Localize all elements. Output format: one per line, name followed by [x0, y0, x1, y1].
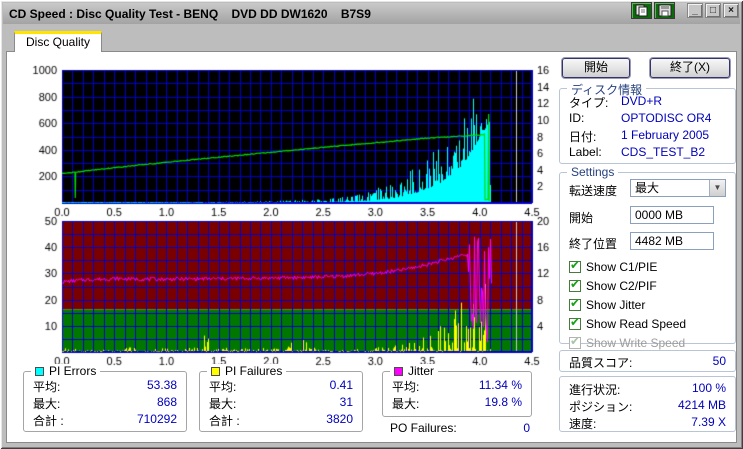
checkbox-icon: ✔ — [569, 314, 581, 330]
maximize-button[interactable]: □ — [705, 3, 721, 18]
settings-group: Settings 転送速度 最大 ▼ 開始 0000 MB 終了位置 4482 … — [559, 165, 736, 350]
checkbox-icon: ✔ — [569, 333, 581, 349]
po-failures-row: PO Failures: 0 — [390, 421, 530, 435]
disc-id-value: OPTODISC OR4 — [621, 111, 712, 125]
title-bar[interactable]: CD Speed : Disc Quality Test - BENQ DVD … — [3, 3, 740, 24]
disc-quality-charts — [28, 64, 554, 370]
speed-select-value: 最大 — [635, 181, 660, 195]
jitter-swatch-icon — [394, 366, 403, 376]
quality-score-value: 50 — [712, 354, 726, 368]
pi-errors-swatch-icon — [35, 366, 44, 376]
tab-disc-quality[interactable]: Disc Quality — [14, 31, 102, 52]
jitter-title: Jitter — [408, 364, 435, 378]
checkbox-show-read-speed[interactable]: ✔ Show Read Speed — [569, 314, 686, 331]
start-pos-input[interactable]: 0000 MB — [630, 206, 714, 224]
jitter-avg-label: 平均: — [392, 380, 420, 394]
speed-value-label: 速度: — [569, 417, 597, 431]
quality-score-group: 品質スコア: 50 — [559, 350, 736, 372]
po-failures-label: PO Failures: — [390, 421, 457, 435]
start-button[interactable]: 開始 — [562, 58, 630, 78]
speed-value-value: 7.39 X — [691, 415, 726, 429]
pi-failures-max-label: 最大: — [209, 397, 237, 411]
checkbox-show-jitter[interactable]: ✔ Show Jitter — [569, 295, 645, 312]
pi-errors-avg-value: 53.38 — [146, 378, 177, 392]
end-pos-input[interactable]: 4482 MB — [630, 232, 714, 250]
jitter-max-value: 19.8 % — [484, 395, 522, 409]
progress-group: 進行状況: 100 % ポジション: 4214 MB 速度: 7.39 X — [559, 376, 736, 432]
po-failures-value: 0 — [523, 421, 530, 435]
disc-type-value: DVD+R — [621, 94, 663, 108]
speed-select[interactable]: 最大 ▼ — [630, 179, 726, 197]
quality-score-label: 品質スコア: — [569, 356, 633, 370]
pi-errors-total-value: 710292 — [136, 412, 177, 426]
disc-type-label: タイプ: — [569, 96, 609, 110]
disc-label-value: CDS_TEST_B2 — [621, 145, 706, 159]
start-pos-label: 開始 — [569, 211, 594, 225]
disc-date-value: 1 February 2005 — [621, 128, 710, 142]
pi-failures-box: PI Failures 平均: 0.41 最大: 31 合計 : 3820 — [199, 364, 363, 432]
pi-errors-max-label: 最大: — [33, 397, 61, 411]
pi-errors-avg-label: 平均: — [33, 380, 61, 394]
save-icon — [658, 4, 671, 17]
app-window: CD Speed : Disc Quality Test - BENQ DVD … — [0, 0, 743, 449]
jitter-avg-value: 11.34 % — [478, 378, 522, 392]
close-button[interactable]: × — [723, 3, 739, 18]
progress-label: 進行状況: — [569, 383, 621, 397]
disc-date-label: 日付: — [569, 130, 597, 144]
checkbox-icon: ✔ — [569, 295, 581, 311]
pi-failures-swatch-icon — [211, 366, 220, 376]
pi-errors-title: PI Errors — [49, 364, 97, 378]
position-value: 4214 MB — [677, 398, 726, 412]
pi-failures-avg-value: 0.41 — [329, 378, 353, 392]
minimize-button[interactable]: _ — [687, 3, 703, 18]
end-pos-label: 終了位置 — [569, 237, 618, 251]
pi-failures-total-value: 3820 — [326, 412, 353, 426]
speed-label: 転送速度 — [569, 184, 618, 198]
exit-button[interactable]: 終了(X) — [650, 58, 730, 78]
save-button[interactable] — [654, 2, 675, 19]
jitter-max-label: 最大: — [392, 397, 420, 411]
jitter-box: Jitter 平均: 11.34 % 最大: 19.8 % — [382, 364, 532, 417]
chevron-down-icon[interactable]: ▼ — [709, 180, 725, 196]
checkbox-icon: ✔ — [569, 276, 581, 292]
checkbox-show-c2-pif[interactable]: ✔ Show C2/PIF — [569, 276, 657, 293]
copy-icon — [635, 4, 647, 17]
progress-value: 100 % — [691, 381, 726, 395]
checkbox-icon: ✔ — [569, 257, 581, 273]
disc-id-label: ID: — [569, 111, 585, 125]
settings-title: Settings — [567, 165, 619, 179]
pi-failures-total-label: 合計 : — [209, 414, 240, 428]
copy-button[interactable] — [631, 2, 652, 19]
pi-failures-title: PI Failures — [225, 364, 283, 378]
position-label: ポジション: — [569, 400, 633, 414]
window-title: CD Speed : Disc Quality Test - BENQ DVD … — [9, 6, 371, 21]
disc-info-group: ディスク情報 タイプ: DVD+R ID: OPTODISC OR4 日付: 1 Fe… — [559, 81, 736, 164]
pi-errors-max-value: 868 — [156, 395, 177, 409]
pi-errors-box: PI Errors 平均: 53.38 最大: 868 合計 : 710292 — [23, 364, 187, 432]
checkbox-show-write-speed: ✔ Show Write Speed — [569, 333, 686, 350]
pi-failures-avg-label: 平均: — [209, 380, 237, 394]
pi-failures-max-value: 31 — [339, 395, 353, 409]
disc-label-label: Label: — [569, 145, 602, 159]
pi-errors-total-label: 合計 : — [33, 414, 64, 428]
checkbox-show-c1-pie[interactable]: ✔ Show C1/PIE — [569, 257, 657, 274]
